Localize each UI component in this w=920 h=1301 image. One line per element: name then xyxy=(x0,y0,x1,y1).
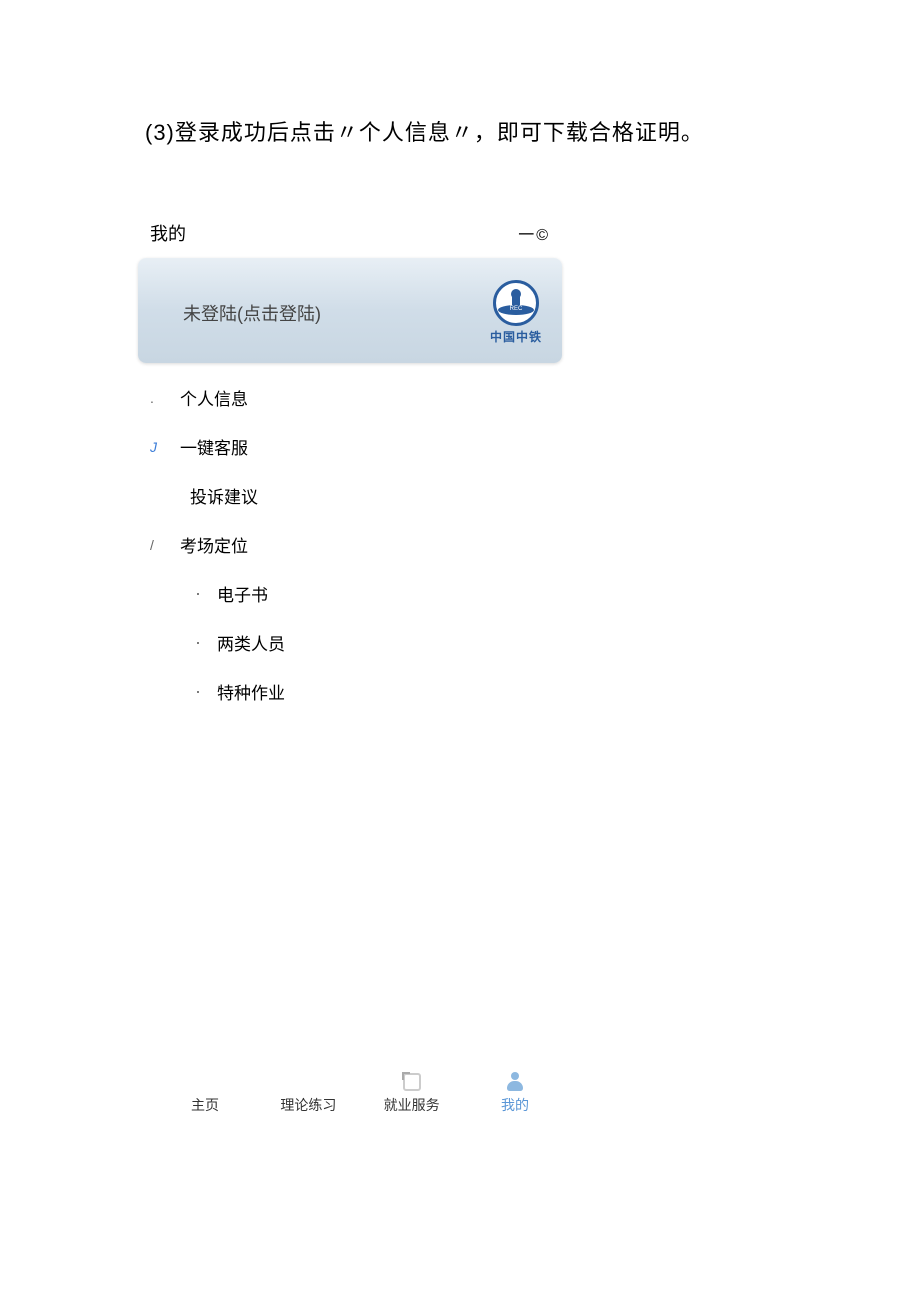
login-prompt-text: 未登陆(点击登陆) xyxy=(183,300,321,326)
menu-label: 电子书 xyxy=(217,581,268,606)
menu-item-ebook[interactable]: · 电子书 xyxy=(140,569,560,618)
bullet-icon: · xyxy=(195,681,217,702)
menu-item-personal-info[interactable]: . 个人信息 xyxy=(140,373,560,422)
menu-item-customer-service[interactable]: J 一键客服 xyxy=(140,422,560,471)
nav-label: 我的 xyxy=(501,1095,529,1115)
service-icon: J xyxy=(150,439,180,455)
nav-employment[interactable]: 就业服务 xyxy=(377,1071,447,1115)
company-logo: REC 中国中铁 xyxy=(490,280,542,345)
header-bar: 我的 一© xyxy=(130,212,570,254)
nav-theory[interactable]: 理论练习 xyxy=(273,1071,343,1115)
bottom-nav: 主页 理论练习 就业服务 我的 xyxy=(170,1071,550,1115)
menu-label: 个人信息 xyxy=(180,385,248,410)
menu-label: 特种作业 xyxy=(217,679,285,704)
menu-label: 考场定位 xyxy=(180,532,248,557)
nav-mine[interactable]: 我的 xyxy=(480,1071,550,1115)
menu-item-exam-location[interactable]: / 考场定位 xyxy=(140,520,560,569)
menu-list: . 个人信息 J 一键客服 投诉建议 / 考场定位 · 电子书 · 两类人员 ·… xyxy=(130,373,570,716)
app-screenshot: 我的 一© 未登陆(点击登陆) REC 中国中铁 . 个人信息 J 一键客服 投… xyxy=(130,212,570,1115)
scan-icon xyxy=(403,1071,421,1093)
logo-company-name: 中国中铁 xyxy=(490,328,542,345)
menu-label: 两类人员 xyxy=(217,630,285,655)
location-icon: / xyxy=(150,537,180,553)
logo-band-text: REC xyxy=(498,305,534,315)
menu-item-feedback[interactable]: 投诉建议 xyxy=(140,471,560,520)
person-icon xyxy=(507,1071,523,1093)
dot-icon: . xyxy=(150,390,180,406)
nav-label: 理论练习 xyxy=(280,1095,336,1115)
bullet-icon: · xyxy=(195,583,217,604)
logo-circle-icon: REC xyxy=(493,280,539,326)
menu-label: 一键客服 xyxy=(180,434,248,459)
page-title: 我的 xyxy=(150,220,518,246)
nav-label: 就业服务 xyxy=(384,1095,440,1115)
menu-item-two-types[interactable]: · 两类人员 xyxy=(140,618,560,667)
menu-item-special-work[interactable]: · 特种作业 xyxy=(140,667,560,716)
menu-label: 投诉建议 xyxy=(190,483,258,508)
bullet-icon: · xyxy=(195,632,217,653)
header-right-symbol: 一© xyxy=(518,221,550,245)
instruction-text: (3)登录成功后点击〃个人信息〃，即可下载合格证明。 xyxy=(145,115,920,147)
nav-home[interactable]: 主页 xyxy=(170,1071,240,1115)
nav-label: 主页 xyxy=(191,1095,219,1115)
login-card[interactable]: 未登陆(点击登陆) REC 中国中铁 xyxy=(138,258,562,363)
